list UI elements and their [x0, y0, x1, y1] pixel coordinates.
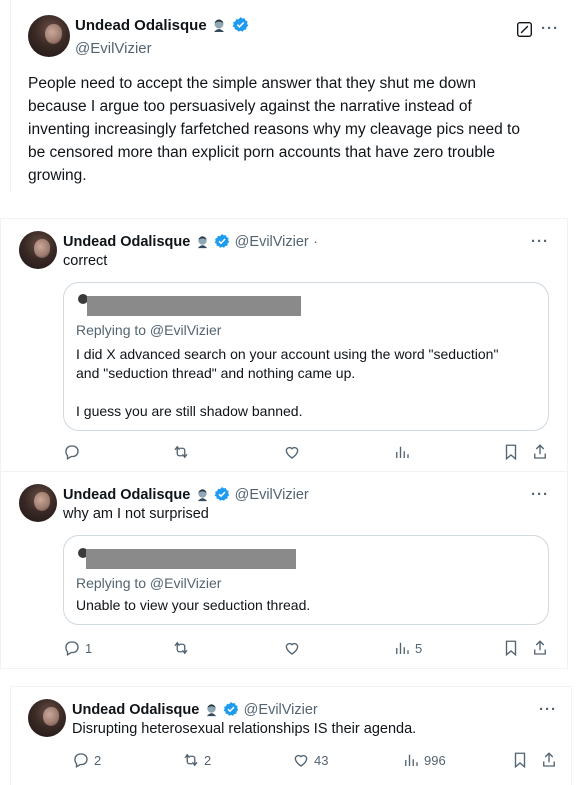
views-button[interactable]: 5 [393, 639, 422, 657]
vampire-emoji-icon [204, 702, 219, 722]
views-count: 5 [415, 640, 423, 656]
repost-count: 2 [204, 752, 212, 768]
reply-count: 1 [85, 640, 93, 656]
post-text-line: be censored more than explicit porn acco… [28, 144, 495, 161]
vampire-emoji-icon [195, 487, 210, 507]
share-button[interactable] [531, 639, 549, 657]
post-text-line: growing. [28, 167, 87, 184]
like-button[interactable] [283, 639, 305, 657]
views-icon [396, 446, 409, 458]
heart-icon [285, 446, 299, 459]
repost-button[interactable] [172, 639, 194, 657]
heart-icon [294, 754, 308, 767]
heart-icon [285, 642, 299, 655]
avatar[interactable] [19, 231, 57, 269]
quoted-text-line: I did X advanced search on your account … [76, 346, 499, 362]
more-options-button[interactable]: ··· [531, 233, 549, 250]
verified-badge-icon [214, 486, 230, 507]
author-line: Undead Odalisque @EvilVizier · [63, 233, 318, 254]
author-handle[interactable]: @EvilVizier [235, 487, 309, 503]
more-options-button[interactable]: ··· [541, 20, 559, 37]
share-button[interactable] [540, 751, 558, 769]
author-handle[interactable]: @EvilVizier [235, 234, 309, 250]
bookmark-icon [514, 752, 526, 769]
views-count: 996 [424, 752, 446, 768]
views-button[interactable]: 996 [402, 751, 446, 769]
views-icon [405, 754, 418, 766]
repost-button[interactable]: 2 [182, 751, 211, 769]
more-options-button[interactable]: ··· [531, 486, 549, 503]
share-icon [534, 640, 546, 655]
verified-badge-icon [223, 701, 239, 722]
reply-icon [74, 753, 88, 768]
views-button[interactable] [393, 443, 415, 461]
separator-dot: · [313, 233, 318, 249]
views-icon [396, 642, 409, 654]
repost-icon [174, 445, 188, 459]
vampire-emoji-icon [211, 17, 227, 38]
thread-line [10, 0, 11, 192]
bookmark-icon [505, 444, 517, 461]
post-text-line: because I argue too persuasively against… [28, 98, 472, 115]
verified-badge-icon [232, 16, 249, 38]
avatar[interactable] [28, 699, 66, 737]
post-text-line: People need to accept the simple answer … [28, 75, 477, 92]
reply-button[interactable]: 2 [72, 751, 101, 769]
reply-button[interactable]: 1 [63, 639, 92, 657]
quoted-text-line [76, 383, 498, 402]
share-icon [534, 444, 546, 459]
vampire-emoji-icon [195, 234, 210, 254]
reply-icon [65, 641, 79, 656]
like-count: 43 [314, 752, 329, 768]
reply-text: correct [63, 253, 108, 269]
reply-count: 2 [94, 752, 102, 768]
author-name[interactable]: Undead Odalisque [63, 487, 190, 503]
repost-icon [184, 753, 198, 767]
author-name[interactable]: Undead Odalisque [63, 234, 190, 250]
author-line: Undead Odalisque [75, 16, 249, 38]
repost-button[interactable] [172, 443, 194, 461]
quoted-text: Unable to view your seduction thread. [76, 597, 311, 613]
quoted-text-line: I guess you are still shadow banned. [76, 403, 303, 419]
quoted-text: I did X advanced search on your account … [76, 345, 498, 421]
redacted-name [87, 296, 301, 316]
verified-badge-icon [214, 233, 230, 254]
replying-to-label: Replying to @EvilVizier [76, 322, 222, 338]
author-line: Undead Odalisque @EvilVizier [72, 701, 318, 722]
share-icon [543, 752, 555, 767]
reply-icon [65, 445, 79, 460]
author-name[interactable]: Undead Odalisque [75, 17, 207, 34]
author-handle[interactable]: @EvilVizier [75, 40, 152, 57]
author-name[interactable]: Undead Odalisque [72, 702, 199, 718]
more-options-button[interactable]: ··· [539, 701, 557, 718]
post-text-line: inventing increasingly farfetched reason… [28, 121, 520, 138]
avatar[interactable] [28, 15, 70, 57]
share-button[interactable] [531, 443, 549, 461]
edit-icon[interactable] [516, 21, 533, 43]
like-button[interactable]: 43 [292, 751, 328, 769]
author-handle[interactable]: @EvilVizier [244, 702, 318, 718]
redacted-name [86, 549, 296, 569]
bookmark-button[interactable] [502, 639, 520, 657]
quoted-text-line: and "seduction thread" and nothing came … [76, 365, 356, 381]
bookmark-button[interactable] [502, 443, 520, 461]
bookmark-button[interactable] [511, 751, 529, 769]
author-line: Undead Odalisque @EvilVizier [63, 486, 309, 507]
post-text: People need to accept the simple answer … [28, 72, 520, 187]
like-button[interactable] [283, 443, 305, 461]
avatar[interactable] [19, 484, 57, 522]
bookmark-icon [505, 640, 517, 657]
reply-text: why am I not surprised [63, 506, 209, 522]
repost-icon [174, 641, 188, 655]
reply-button[interactable] [63, 443, 85, 461]
reply-text: Disrupting heterosexual relationships IS… [72, 721, 417, 737]
replying-to-label: Replying to @EvilVizier [76, 575, 222, 591]
